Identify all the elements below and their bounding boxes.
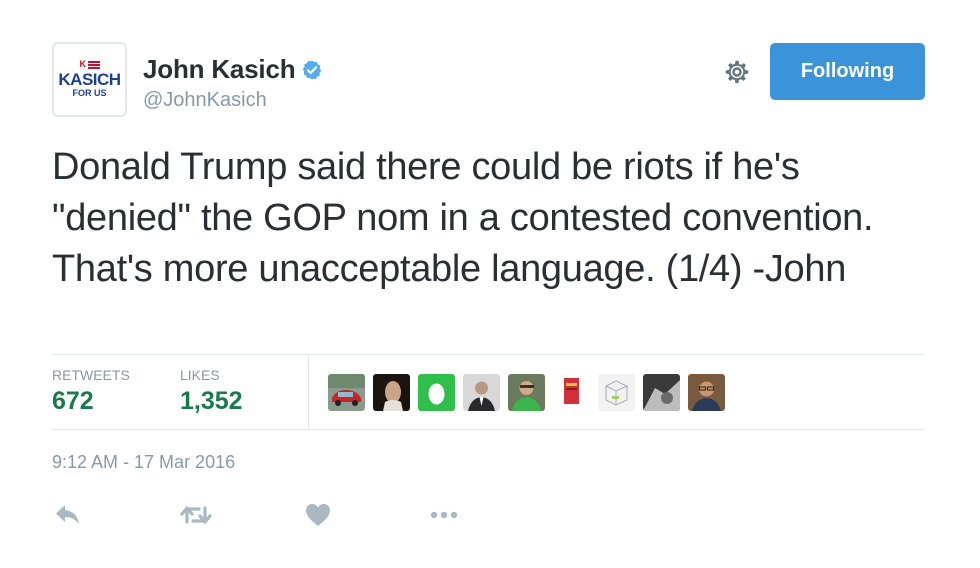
avatar-line1: KASICH [58, 70, 121, 89]
likes-count: 1,352 [180, 387, 243, 415]
liker-avatar-egg[interactable] [418, 374, 455, 411]
display-name[interactable]: John Kasich [143, 54, 296, 85]
stats-divider [308, 355, 309, 430]
liker-avatar-person[interactable] [373, 374, 410, 411]
profile-avatar[interactable]: K KASICH FOR US [52, 42, 127, 117]
more-button[interactable] [428, 500, 460, 530]
retweet-button[interactable] [180, 500, 212, 530]
retweet-icon [180, 506, 212, 524]
handle[interactable]: @JohnKasich [143, 89, 267, 112]
likes-label: LIKES [180, 367, 220, 383]
liker-avatar-red-book[interactable] [553, 374, 590, 411]
liker-avatars [328, 374, 733, 411]
following-button[interactable]: Following [770, 43, 925, 100]
reply-icon [56, 505, 79, 524]
reply-button[interactable] [52, 500, 84, 530]
retweets-stat[interactable]: RETWEETS 672 [52, 367, 130, 416]
gear-icon[interactable] [722, 57, 752, 87]
avatar-line2: FOR US [72, 88, 107, 98]
tweet-stats: RETWEETS 672 LIKES 1,352 [52, 354, 925, 430]
avatar-mark: K [79, 59, 87, 69]
like-button[interactable] [302, 500, 334, 530]
liker-avatar-glasses[interactable] [688, 374, 725, 411]
tweet-timestamp[interactable]: 9:12 AM - 17 Mar 2016 [52, 452, 235, 473]
heart-icon [306, 504, 330, 526]
tweet-text: Donald Trump said there could be riots i… [52, 146, 874, 290]
retweets-count: 672 [52, 387, 94, 415]
liker-avatar-cube[interactable] [598, 374, 635, 411]
name-row: John Kasich [143, 54, 323, 85]
flag-logo-icon: K [79, 59, 100, 69]
liker-avatar-dark[interactable] [643, 374, 680, 411]
liker-avatar-suit[interactable] [463, 374, 500, 411]
more-dots-icon [430, 511, 458, 519]
liker-avatar-green[interactable] [508, 374, 545, 411]
retweets-label: RETWEETS [52, 367, 130, 383]
likes-stat[interactable]: LIKES 1,352 [180, 367, 243, 416]
liker-avatar-car[interactable] [328, 374, 365, 411]
verified-badge-icon [303, 59, 322, 80]
